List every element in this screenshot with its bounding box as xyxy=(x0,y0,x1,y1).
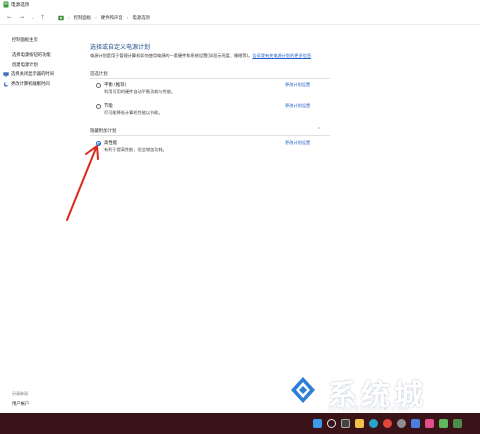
power-options-icon xyxy=(3,1,9,8)
description-text: 电源计划是用于管理计算机如何使用电源的一套硬件和系统设置(如显示亮度、睡眠等)。 xyxy=(90,53,253,58)
monitor-icon xyxy=(3,71,9,77)
edge-icon[interactable] xyxy=(369,419,378,428)
breadcrumb-control-panel[interactable]: 控制面板 xyxy=(74,15,92,21)
sidebar-item-sleep[interactable]: 更改计算机睡眠时间 xyxy=(3,81,50,87)
plan-balanced-settings-link[interactable]: 更改计划设置 xyxy=(285,82,310,88)
plan-high-performance-settings-link[interactable]: 更改计划设置 xyxy=(285,140,310,146)
arrow-right-icon[interactable]: → xyxy=(18,14,25,21)
search-icon[interactable] xyxy=(327,419,336,428)
task-view-icon[interactable] xyxy=(341,419,350,428)
watermark-logo-icon xyxy=(291,377,315,403)
sidebar-item-label: 选择关闭显示器的时间 xyxy=(11,72,54,77)
page-description: 电源计划是用于管理计算机如何使用电源的一套硬件和系统设置(如显示亮度、睡眠等)。… xyxy=(90,53,322,59)
chrome-icon[interactable] xyxy=(383,419,392,428)
learn-more-link[interactable]: 告诉我有关电源计划的更多信息 xyxy=(252,53,311,58)
app-icon[interactable] xyxy=(439,419,448,428)
annotation-arrow-icon xyxy=(66,145,99,221)
chevron-up-icon[interactable]: ⌃ xyxy=(317,127,321,133)
plan-power-saver-desc: 尽可能降低计算机性能以节能。 xyxy=(104,110,163,115)
plan-power-saver-radio[interactable] xyxy=(96,104,101,109)
arrow-up-icon[interactable]: ↑ xyxy=(39,14,46,21)
control-panel-icon[interactable] xyxy=(453,419,462,428)
taskbar xyxy=(0,413,480,434)
watermark-subtext: XITONGCHENG.COM xyxy=(328,406,411,413)
divider xyxy=(90,135,330,136)
plan-high-performance-desc: 有利于提高性能，但会增加功耗。 xyxy=(104,147,167,152)
plan-balanced-radio[interactable] xyxy=(96,83,101,88)
breadcrumb: › 控制面板 › 硬件和声音 › 电源选项 xyxy=(58,14,150,21)
preferred-plans-title: 首选计划 xyxy=(90,72,108,77)
chevron-down-icon[interactable]: ⌄ xyxy=(29,14,36,21)
page-title: 选择或自定义电源计划 xyxy=(90,44,151,51)
see-also-label: 另请参阅 xyxy=(12,391,28,396)
chevron-right-icon: › xyxy=(68,15,70,20)
plan-balanced-desc: 利用可用的硬件自动平衡功耗与性能。 xyxy=(104,89,176,94)
control-panel-icon xyxy=(58,15,64,20)
sidebar-item-user-accounts[interactable]: 用户帐户 xyxy=(12,401,29,407)
file-explorer-icon[interactable] xyxy=(355,419,364,428)
title-bar: 电源选项 xyxy=(0,0,480,10)
hidden-plans-title[interactable]: 隐藏附加计划 xyxy=(90,128,116,134)
main-content: 选择或自定义电源计划 电源计划是用于管理计算机如何使用电源的一套硬件和系统设置(… xyxy=(85,25,480,413)
arrow-left-icon[interactable]: ← xyxy=(6,14,13,21)
plan-power-saver-name[interactable]: 节能 xyxy=(104,103,113,109)
sidebar-item-label: 更改计算机睡眠时间 xyxy=(11,82,50,87)
address-bar: ← → ⌄ ↑ › 控制面板 › 硬件和声音 › 电源选项 xyxy=(0,10,480,25)
moon-icon xyxy=(3,81,9,87)
plan-power-saver-settings-link[interactable]: 更改计划设置 xyxy=(285,103,310,109)
watermark: 系统城 XITONGCHENG.COM xyxy=(288,370,478,414)
store-icon[interactable] xyxy=(411,419,420,428)
sidebar-item-home[interactable]: 控制面板主页 xyxy=(12,37,38,43)
media-icon[interactable] xyxy=(425,419,434,428)
chevron-right-icon: › xyxy=(126,15,129,20)
sidebar-item-create-plan[interactable]: 创建电源计划 xyxy=(12,62,38,68)
breadcrumb-hardware-sound[interactable]: 硬件和声音 xyxy=(101,15,123,21)
window-title: 电源选项 xyxy=(11,3,30,8)
breadcrumb-power-options[interactable]: 电源选项 xyxy=(132,15,150,21)
sidebar-item-display-off[interactable]: 选择关闭显示器的时间 xyxy=(3,71,54,77)
divider xyxy=(90,78,330,79)
start-icon[interactable] xyxy=(313,419,322,428)
chevron-right-icon: › xyxy=(95,15,97,20)
settings-icon[interactable] xyxy=(397,419,406,428)
sidebar-item-power-button[interactable]: 选择电源按钮的功能 xyxy=(12,52,51,58)
plan-balanced-name[interactable]: 平衡 (推荐) xyxy=(104,82,126,88)
